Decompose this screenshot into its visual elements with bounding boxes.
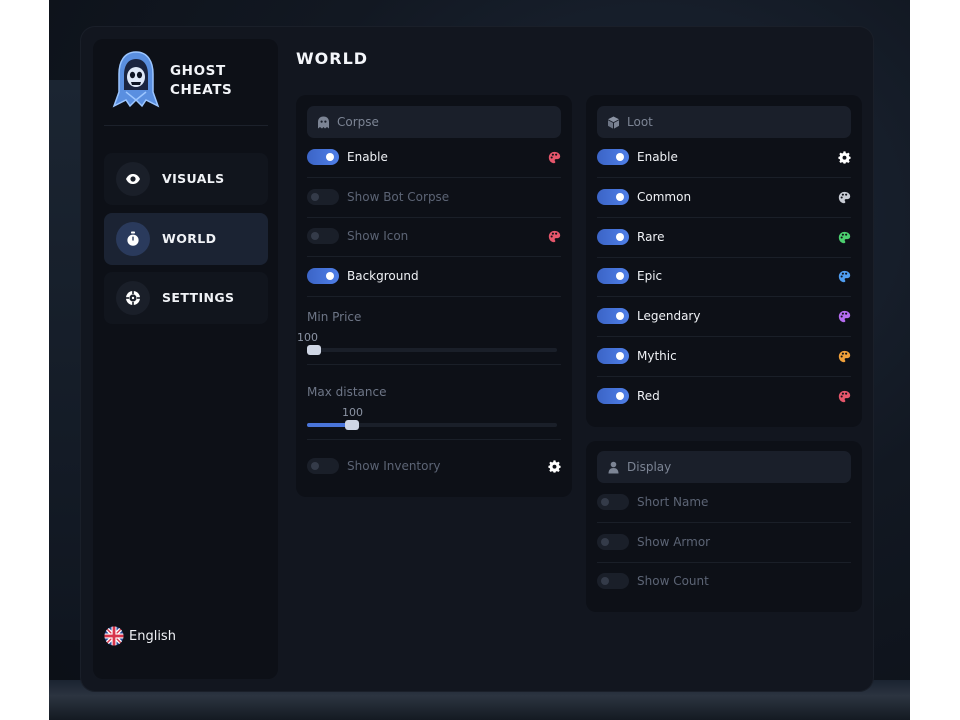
show-armor-toggle[interactable]: [597, 534, 629, 550]
show-bot-corpse-label: Show Bot Corpse: [347, 190, 450, 204]
loot-red-label: Red: [637, 389, 660, 403]
loot-rare-toggle[interactable]: [597, 229, 629, 245]
palette-icon[interactable]: [548, 151, 561, 164]
loot-epic-toggle[interactable]: [597, 268, 629, 284]
loot-common-label: Common: [637, 190, 692, 204]
show-inventory-label: Show Inventory: [347, 459, 441, 473]
loot-common-row: Common: [597, 178, 851, 218]
loot-mythic-toggle[interactable]: [597, 348, 629, 364]
cube-icon: [608, 116, 619, 129]
palette-icon[interactable]: [838, 270, 851, 283]
nav-item-settings[interactable]: SETTINGS: [104, 272, 268, 324]
show-bot-corpse-row: Show Bot Corpse: [307, 178, 561, 218]
loot-rare-row: Rare: [597, 218, 851, 258]
max-distance-thumb[interactable]: [345, 420, 359, 430]
palette-icon[interactable]: [838, 390, 851, 403]
short-name-row: Short Name: [597, 483, 851, 523]
brand-title: GHOST CHEATS: [170, 62, 232, 100]
loot-mythic-row: Mythic: [597, 337, 851, 377]
palette-icon[interactable]: [838, 350, 851, 363]
show-icon-toggle[interactable]: [307, 228, 339, 244]
divider: [307, 364, 561, 365]
loot-legendary-toggle[interactable]: [597, 308, 629, 324]
palette-icon[interactable]: [838, 191, 851, 204]
nav-label-settings: SETTINGS: [162, 290, 235, 305]
short-name-toggle[interactable]: [597, 494, 629, 510]
loot-card-title: Loot: [627, 115, 653, 129]
palette-icon[interactable]: [548, 230, 561, 243]
show-inventory-toggle[interactable]: [307, 458, 339, 474]
loot-enable-row: Enable: [597, 138, 851, 178]
show-icon-row: Show Icon: [307, 217, 561, 257]
loot-enable-label: Enable: [637, 150, 678, 164]
corpse-enable-row: Enable: [307, 138, 561, 178]
show-armor-label: Show Armor: [637, 535, 711, 549]
short-name-label: Short Name: [637, 495, 709, 509]
loot-card-header: Loot: [597, 106, 851, 138]
show-count-label: Show Count: [637, 574, 709, 588]
palette-icon[interactable]: [838, 310, 851, 323]
stopwatch-icon: [116, 222, 150, 256]
corpse-enable-toggle[interactable]: [307, 149, 339, 165]
language-label: English: [129, 628, 176, 644]
loot-legendary-label: Legendary: [637, 309, 701, 323]
nav-item-visuals[interactable]: VISUALS: [104, 153, 268, 205]
loot-rare-label: Rare: [637, 230, 665, 244]
page-title: WORLD: [296, 49, 369, 68]
min-price-slider[interactable]: [307, 345, 557, 355]
corpse-enable-label: Enable: [347, 150, 388, 164]
max-distance-slider[interactable]: [307, 420, 557, 430]
palette-icon[interactable]: [838, 231, 851, 244]
show-bot-corpse-toggle[interactable]: [307, 189, 339, 205]
loot-red-toggle[interactable]: [597, 388, 629, 404]
background-row: Background: [307, 257, 561, 297]
sidebar-divider: [104, 125, 268, 126]
nav-label-visuals: VISUALS: [162, 171, 225, 186]
max-distance-label: Max distance: [307, 385, 387, 399]
brand-line-2: CHEATS: [170, 82, 233, 98]
loot-legendary-row: Legendary: [597, 297, 851, 337]
gear-icon[interactable]: [838, 151, 851, 164]
loot-red-row: Red: [597, 377, 851, 417]
display-card-title: Display: [627, 460, 672, 474]
language-selector[interactable]: English: [104, 626, 176, 646]
loot-epic-label: Epic: [637, 269, 663, 283]
ghost-icon: [318, 116, 329, 128]
divider: [307, 439, 561, 440]
min-price-value: 100: [297, 331, 318, 344]
show-icon-label: Show Icon: [347, 229, 409, 243]
brand-line-1: GHOST: [170, 63, 226, 79]
display-card-header: Display: [597, 451, 851, 483]
crosshair-icon: [116, 281, 150, 315]
max-distance-value: 100: [342, 406, 363, 419]
min-price-label: Min Price: [307, 310, 362, 324]
nav-item-world[interactable]: WORLD: [104, 213, 268, 265]
loot-mythic-label: Mythic: [637, 349, 677, 363]
loot-enable-toggle[interactable]: [597, 149, 629, 165]
show-count-toggle[interactable]: [597, 573, 629, 589]
show-count-row: Show Count: [597, 562, 851, 602]
corpse-card-header: Corpse: [307, 106, 561, 138]
eye-icon: [116, 162, 150, 196]
ghost-logo-icon: [112, 51, 160, 108]
uk-flag-icon: [104, 626, 124, 646]
person-icon: [608, 461, 619, 473]
sidebar: [93, 39, 278, 679]
loot-epic-row: Epic: [597, 257, 851, 297]
background-toggle[interactable]: [307, 268, 339, 284]
nav-label-world: WORLD: [162, 231, 217, 246]
show-inventory-row: Show Inventory: [307, 447, 561, 487]
loot-common-toggle[interactable]: [597, 189, 629, 205]
show-armor-row: Show Armor: [597, 523, 851, 563]
min-price-thumb[interactable]: [307, 345, 321, 355]
gear-icon[interactable]: [548, 460, 561, 473]
corpse-card-title: Corpse: [337, 115, 379, 129]
background-label: Background: [347, 269, 419, 283]
